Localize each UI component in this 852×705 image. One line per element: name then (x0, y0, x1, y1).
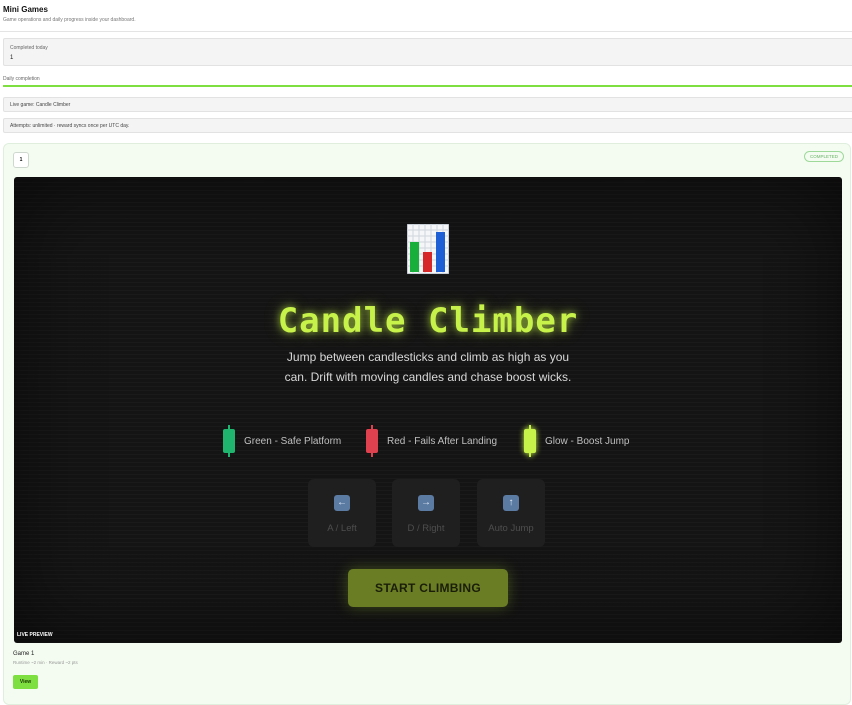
attempts-text: Attempts: unlimited · reward syncs once … (10, 123, 130, 129)
status-badge: COMPLETED (803, 151, 844, 162)
legend-fails-after-landing: Red - Fails After Landing (366, 425, 497, 457)
legend-label: Green - Safe Platform (244, 435, 342, 447)
completed-today-value: 1 (10, 55, 14, 61)
daily-completion-fill (3, 85, 852, 87)
legend-label: Red - Fails After Landing (387, 435, 498, 447)
page-title: Mini Games (3, 5, 48, 14)
control-right: → D / Right (392, 479, 460, 547)
glow-candle-icon (524, 425, 536, 457)
game-card: 1 COMPLETED Candle Climber Jump between … (3, 143, 851, 705)
page-subtitle: Game operations and daily progress insid… (3, 17, 136, 23)
game-preview[interactable]: Candle Climber Jump between candlesticks… (14, 177, 842, 643)
start-climbing-button[interactable]: START CLIMBING (348, 569, 508, 607)
arrow-up-icon: ↑ (503, 495, 519, 511)
game-title: Candle Climber (277, 301, 579, 341)
game-name: Game 1 (13, 651, 35, 657)
control-left: ← A / Left (308, 479, 376, 547)
game-description: Jump between candlesticks and climb as h… (284, 350, 572, 384)
legend-boost-jump: Glow - Boost Jump (524, 425, 629, 457)
green-candle-icon (223, 425, 235, 457)
control-label: A / Left (327, 523, 357, 534)
completed-today-stat: Completed today 1 (3, 38, 852, 66)
daily-completion-bar (3, 85, 852, 87)
game-number-badge: 1 (13, 152, 29, 168)
completed-today-label: Completed today (10, 45, 48, 51)
live-game-text: Live game: Candle Climber (10, 102, 71, 108)
legend-safe-platform: Green - Safe Platform (223, 425, 341, 457)
bar-chart-icon (407, 224, 449, 274)
red-candle-icon (366, 425, 378, 457)
control-label: D / Right (407, 523, 445, 534)
attempts-info: Attempts: unlimited · reward syncs once … (3, 118, 852, 133)
control-label: Auto Jump (488, 523, 534, 534)
view-button[interactable]: View (13, 675, 38, 689)
header-divider (0, 31, 852, 32)
daily-completion-label: Daily completion (3, 76, 40, 82)
game-meta: Runtime ~2 min · Reward ~2 pts (13, 660, 78, 665)
control-auto-jump: ↑ Auto Jump (477, 479, 545, 547)
arrow-left-icon: ← (334, 495, 350, 511)
live-preview-tag: LIVE PREVIEW (17, 632, 53, 638)
legend-label: Glow - Boost Jump (545, 435, 630, 447)
arrow-right-icon: → (418, 495, 434, 511)
live-game-info: Live game: Candle Climber (3, 97, 852, 112)
